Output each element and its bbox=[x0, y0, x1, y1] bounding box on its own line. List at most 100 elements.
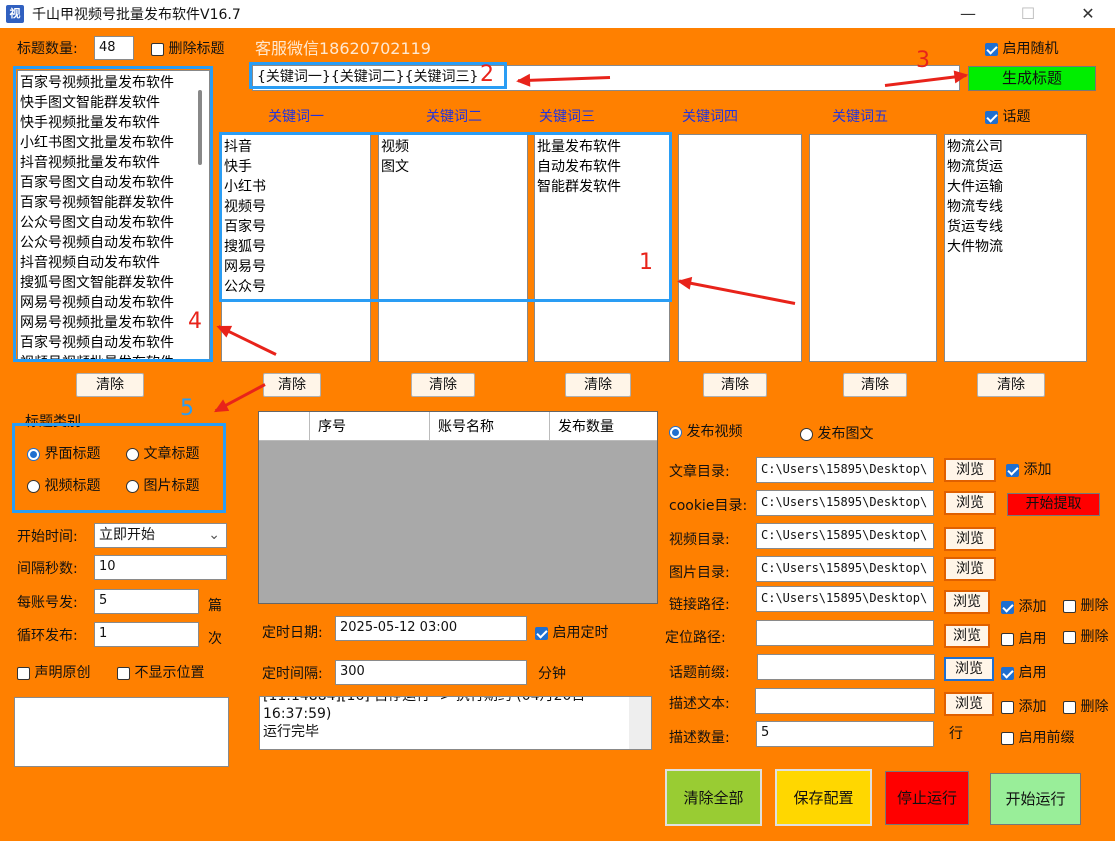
annotation-box-2 bbox=[249, 62, 507, 89]
log-line: 运行完毕 bbox=[263, 724, 319, 740]
enable-schedule-checkbox[interactable]: 启用定时 bbox=[535, 622, 608, 642]
stop-run-button[interactable]: 停止运行 bbox=[885, 771, 969, 825]
interval-input[interactable]: 10 bbox=[94, 555, 227, 580]
save-config-button[interactable]: 保存配置 bbox=[775, 769, 872, 826]
checkbox-icon bbox=[1001, 731, 1014, 745]
generate-title-button[interactable]: 生成标题 bbox=[968, 66, 1096, 91]
table-header-account[interactable]: 账号名称 bbox=[429, 412, 550, 441]
topic-label: 话题 bbox=[1002, 109, 1031, 125]
accounts-table[interactable]: 序号 账号名称 发布数量 bbox=[258, 411, 658, 604]
checkbox-checked-icon bbox=[535, 626, 548, 640]
cookie-dir-input[interactable]: C:\Users\15895\Desktop\ bbox=[756, 490, 934, 516]
video-dir-input[interactable]: C:\Users\15895\Desktop\ bbox=[756, 523, 934, 549]
clear-keyword5-button[interactable]: 清除 bbox=[843, 373, 907, 397]
enable-random-label: 启用随机 bbox=[1002, 41, 1059, 57]
clear-keyword2-button[interactable]: 清除 bbox=[411, 373, 475, 397]
annotation-box-1 bbox=[219, 132, 672, 302]
locate-delete-checkbox[interactable]: 删除 bbox=[1063, 626, 1108, 646]
article-dir-browse-button[interactable]: 浏览 bbox=[944, 458, 996, 482]
declare-original-checkbox[interactable]: 声明原创 bbox=[17, 662, 90, 682]
clear-titles-button[interactable]: 清除 bbox=[76, 373, 144, 397]
link-path-input[interactable]: C:\Users\15895\Desktop\ bbox=[756, 586, 934, 612]
topic-list-item[interactable]: 货运专线 bbox=[947, 217, 1084, 237]
radio-icon bbox=[800, 427, 813, 441]
table-header-count[interactable]: 发布数量 bbox=[549, 412, 657, 441]
topic-prefix-browse-button[interactable]: 浏览 bbox=[944, 657, 994, 681]
topic-list-item[interactable]: 物流专线 bbox=[947, 197, 1084, 217]
delete-label: 删除 bbox=[1080, 598, 1109, 614]
keyword5-header: 关键词五 bbox=[832, 109, 888, 125]
per-account-unit: 篇 bbox=[208, 598, 222, 614]
close-button[interactable]: ✕ bbox=[1065, 0, 1111, 28]
start-time-select[interactable]: 立即开始 ⌄ bbox=[94, 523, 227, 548]
clear-keyword4-button[interactable]: 清除 bbox=[703, 373, 767, 397]
keyword4-listbox[interactable] bbox=[678, 134, 802, 362]
annotation-arrow-5 bbox=[214, 383, 266, 413]
desc-text-input[interactable] bbox=[755, 688, 935, 714]
video-dir-browse-button[interactable]: 浏览 bbox=[944, 527, 996, 551]
image-dir-browse-button[interactable]: 浏览 bbox=[944, 557, 996, 581]
start-time-value: 立即开始 bbox=[99, 527, 155, 543]
log-textbox[interactable]: [11:14884][16] 自停运行 -> 执行期约 (04月20日 16:3… bbox=[259, 696, 652, 750]
clear-keyword1-button[interactable]: 清除 bbox=[263, 373, 321, 397]
schedule-date-input[interactable]: 2025-05-12 03:00 bbox=[335, 616, 527, 641]
topic-prefix-enable-checkbox[interactable]: 启用 bbox=[1001, 662, 1046, 682]
annotation-number-4: 4 bbox=[188, 309, 202, 334]
start-extract-button[interactable]: 开始提取 bbox=[1007, 493, 1100, 516]
desc-count-input[interactable]: 5 bbox=[756, 721, 934, 747]
cookie-dir-browse-button[interactable]: 浏览 bbox=[944, 491, 996, 515]
image-dir-input[interactable]: C:\Users\15895\Desktop\ bbox=[756, 556, 934, 582]
topic-list-item[interactable]: 大件运输 bbox=[947, 177, 1084, 197]
article-add-checkbox[interactable]: 添加 bbox=[1006, 459, 1051, 479]
locate-enable-checkbox[interactable]: 启用 bbox=[1001, 628, 1046, 648]
topic-list-item[interactable]: 大件物流 bbox=[947, 237, 1084, 257]
clear-all-button[interactable]: 清除全部 bbox=[665, 769, 762, 826]
table-header-cell bbox=[259, 412, 310, 441]
start-run-button[interactable]: 开始运行 bbox=[990, 773, 1081, 825]
locate-path-input[interactable] bbox=[756, 620, 934, 646]
topic-list-item[interactable]: 物流公司 bbox=[947, 137, 1084, 157]
minimize-button[interactable]: — bbox=[945, 0, 991, 28]
hide-location-checkbox[interactable]: 不显示位置 bbox=[117, 662, 204, 682]
topic-prefix-label: 话题前缀: bbox=[669, 665, 730, 681]
notes-textarea[interactable] bbox=[14, 697, 229, 767]
link-add-checkbox[interactable]: 添加 bbox=[1001, 596, 1046, 616]
desc-delete-checkbox[interactable]: 删除 bbox=[1063, 696, 1108, 716]
topic-listbox[interactable]: 物流公司 物流货运 大件运输 物流专线 货运专线 大件物流 bbox=[944, 134, 1087, 362]
customer-service-text: 客服微信18620702119 bbox=[255, 39, 431, 58]
per-account-input[interactable]: 5 bbox=[94, 589, 199, 614]
article-dir-input[interactable]: C:\Users\15895\Desktop\ bbox=[756, 457, 934, 483]
topic-prefix-input[interactable] bbox=[757, 654, 935, 680]
checkbox-checked-icon bbox=[1001, 600, 1014, 614]
maximize-button[interactable]: ☐ bbox=[1005, 0, 1051, 28]
delete-title-checkbox[interactable]: 删除标题 bbox=[151, 38, 224, 58]
enable-random-checkbox[interactable]: 启用随机 bbox=[985, 38, 1058, 58]
per-account-label: 每账号发: bbox=[17, 595, 78, 611]
schedule-interval-label: 定时间隔: bbox=[262, 666, 323, 682]
schedule-date-label: 定时日期: bbox=[262, 625, 323, 641]
clear-keyword3-button[interactable]: 清除 bbox=[565, 373, 631, 397]
publish-image-radio[interactable]: 发布图文 bbox=[800, 423, 873, 443]
publish-video-radio[interactable]: 发布视频 bbox=[669, 421, 742, 441]
title-count-input[interactable]: 48 bbox=[94, 36, 134, 60]
table-header-index[interactable]: 序号 bbox=[309, 412, 430, 441]
loop-input[interactable]: 1 bbox=[94, 622, 199, 647]
clear-topic-button[interactable]: 清除 bbox=[977, 373, 1045, 397]
enable-prefix-checkbox[interactable]: 启用前缀 bbox=[1001, 727, 1074, 747]
checkbox-icon bbox=[17, 666, 30, 680]
desc-count-unit: 行 bbox=[949, 726, 963, 742]
add-label: 添加 bbox=[1018, 699, 1047, 715]
topic-checkbox[interactable]: 话题 bbox=[985, 106, 1030, 126]
annotation-box-5 bbox=[12, 423, 226, 513]
link-delete-checkbox[interactable]: 删除 bbox=[1063, 595, 1108, 615]
log-scrollbar[interactable] bbox=[629, 697, 651, 749]
locate-path-browse-button[interactable]: 浏览 bbox=[944, 624, 990, 648]
annotation-box-4 bbox=[13, 66, 213, 362]
desc-add-checkbox[interactable]: 添加 bbox=[1001, 696, 1046, 716]
topic-list-item[interactable]: 物流货运 bbox=[947, 157, 1084, 177]
enable-schedule-label: 启用定时 bbox=[552, 625, 609, 641]
keyword5-listbox[interactable] bbox=[809, 134, 937, 362]
desc-text-browse-button[interactable]: 浏览 bbox=[944, 692, 994, 716]
schedule-interval-input[interactable]: 300 bbox=[335, 660, 527, 685]
link-path-browse-button[interactable]: 浏览 bbox=[944, 590, 990, 614]
